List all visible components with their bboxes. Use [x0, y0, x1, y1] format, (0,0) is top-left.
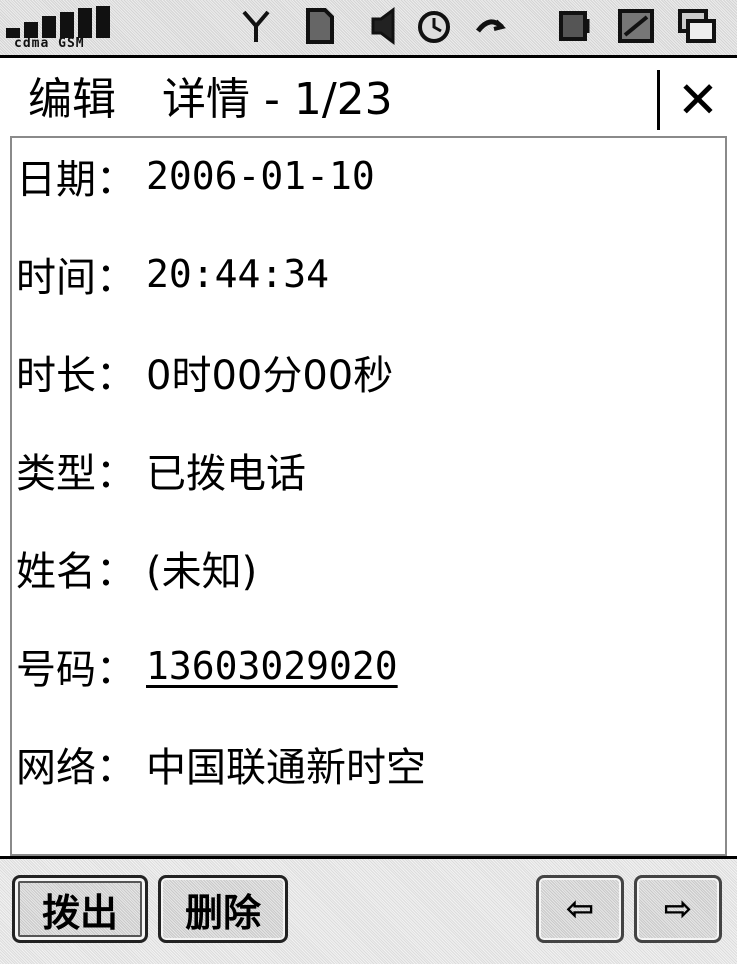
- time-label: 时间：: [16, 255, 136, 301]
- network-value: 中国联通新时空: [146, 745, 426, 791]
- close-icon: ✕: [677, 71, 719, 129]
- date-label: 日期：: [16, 157, 136, 203]
- signal-icon: [6, 4, 126, 38]
- type-label: 类型：: [16, 451, 136, 497]
- detail-row-network: 网络： 中国联通新时空: [16, 734, 426, 794]
- detail-row-name: 姓名： (未知): [16, 538, 257, 598]
- status-bar: cdma GSM: [0, 0, 737, 58]
- message-icon: [676, 6, 716, 46]
- title-bar: 编辑 详情 - 1/23 ✕: [0, 58, 737, 136]
- detail-row-time: 时间： 20:44:34: [16, 244, 329, 304]
- name-label: 姓名：: [16, 549, 136, 595]
- next-button[interactable]: ⇨: [634, 875, 722, 943]
- sim-icon: [300, 6, 340, 46]
- call-detail-screen: cdma GSM 编辑 详情 - 1/23 ✕ 日期： 2006-01-10 时…: [0, 0, 737, 964]
- speaker-icon: [364, 6, 404, 46]
- delete-button[interactable]: 删除: [158, 875, 288, 943]
- number-label: 号码：: [16, 647, 136, 693]
- name-value: (未知): [146, 549, 258, 595]
- detail-row-type: 类型： 已拨电话: [16, 440, 306, 500]
- duration-label: 时长：: [16, 353, 136, 399]
- detail-row-number: 号码： 13603029020: [16, 636, 398, 696]
- dial-button[interactable]: 拨出: [12, 875, 148, 943]
- detail-panel: 日期： 2006-01-10 时间： 20:44:34 时长： 0时00分00秒…: [10, 136, 727, 856]
- antenna-icon: [236, 6, 276, 46]
- network-label: cdma GSM: [14, 36, 85, 51]
- phone-number-link[interactable]: 13603029020: [146, 644, 398, 688]
- arrow-right-icon: ⇨: [663, 889, 693, 929]
- page-title: 详情 - 1/23: [162, 74, 393, 125]
- volume-icon: [556, 6, 596, 46]
- alarm-icon: [414, 6, 454, 46]
- title-divider: [657, 70, 660, 130]
- arrow-left-icon: ⇦: [565, 889, 595, 929]
- type-value: 已拨电话: [146, 451, 306, 497]
- duration-value: 0时00分00秒: [146, 353, 394, 399]
- title-text: 编辑 详情 - 1/23: [28, 72, 393, 128]
- battery-icon: [616, 6, 656, 46]
- bluetooth-icon: [470, 6, 510, 46]
- detail-row-date: 日期： 2006-01-10: [16, 146, 375, 206]
- detail-row-duration: 时长： 0时00分00秒: [16, 342, 393, 402]
- bottom-toolbar: 拨出 删除 ⇦ ⇨: [0, 856, 737, 964]
- close-button[interactable]: ✕: [668, 70, 728, 130]
- previous-button[interactable]: ⇦: [536, 875, 624, 943]
- edit-menu[interactable]: 编辑: [28, 74, 116, 125]
- network-label-text: 网络：: [16, 745, 136, 791]
- time-value: 20:44:34: [146, 252, 330, 296]
- date-value: 2006-01-10: [146, 154, 375, 198]
